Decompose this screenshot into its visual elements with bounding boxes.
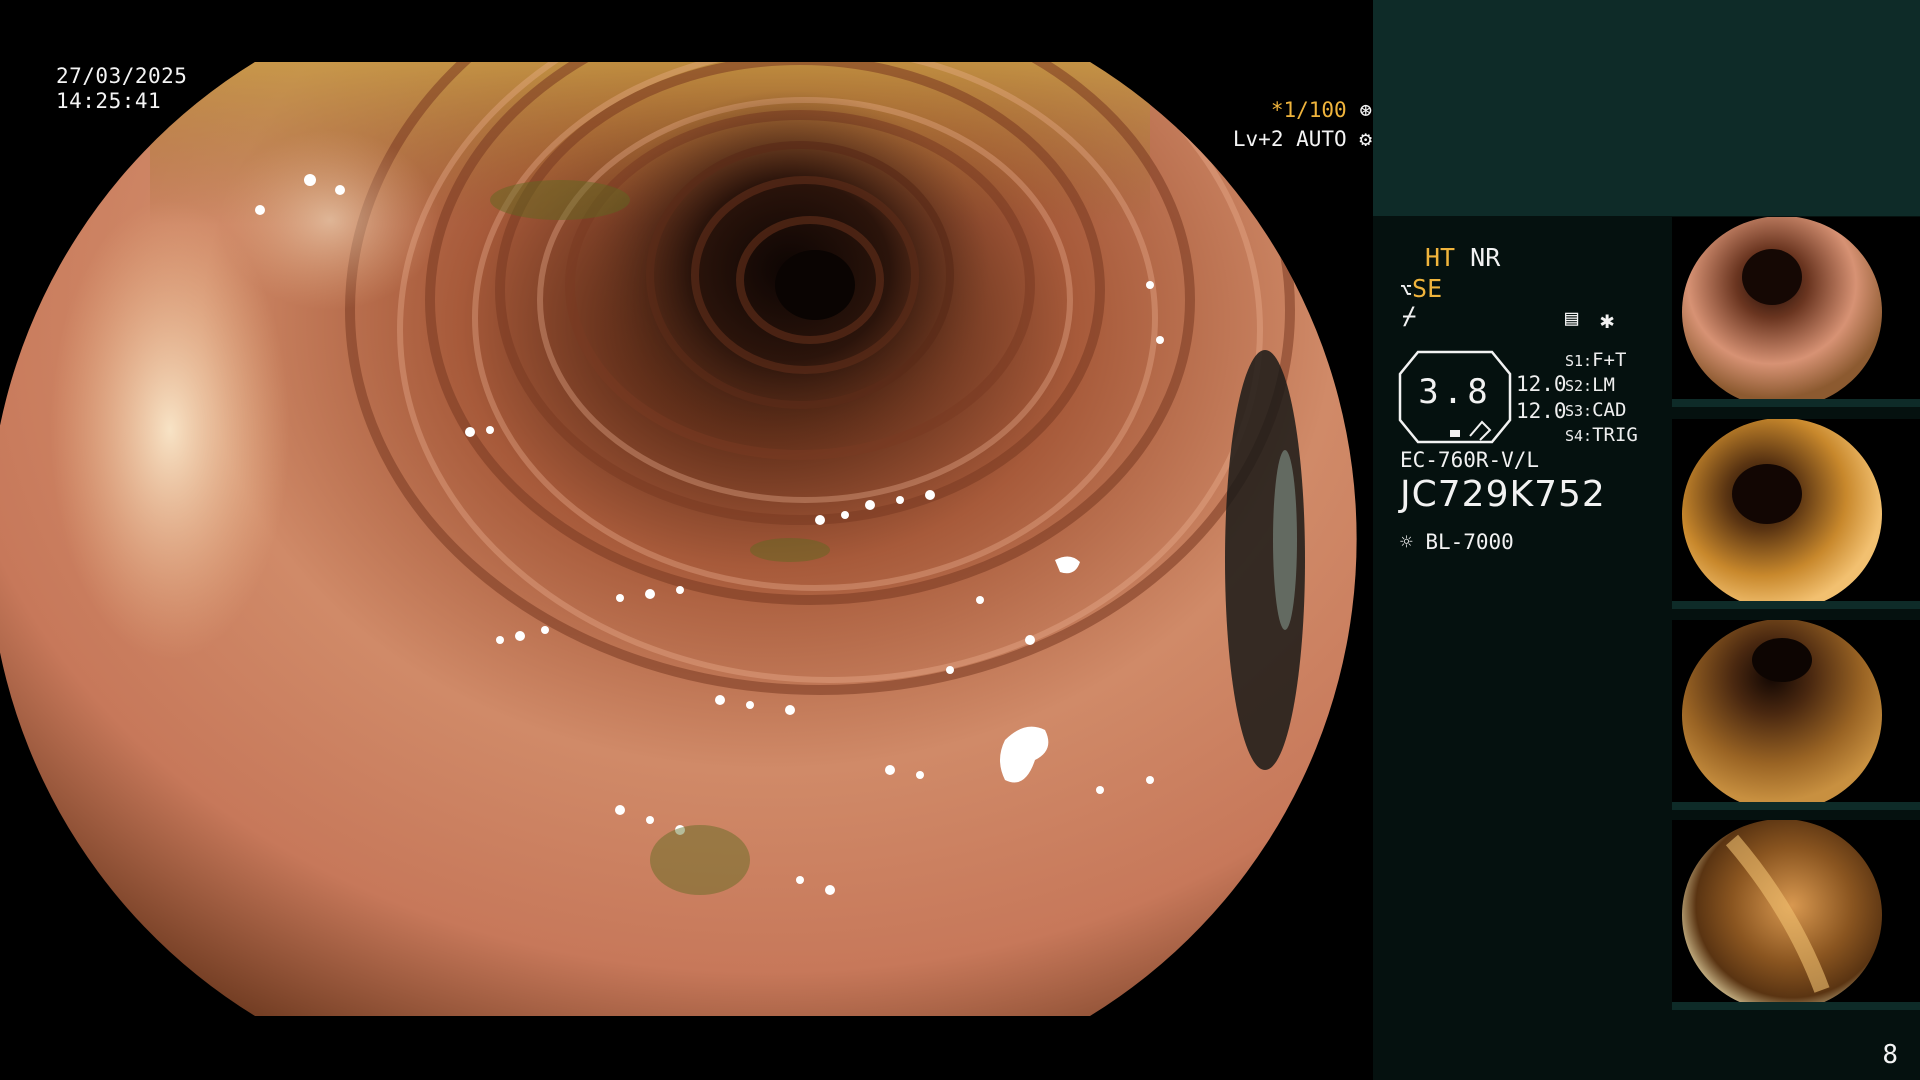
- thumbnail-4[interactable]: [1672, 820, 1920, 1010]
- value-2: 12.0: [1516, 399, 1567, 423]
- setting-s1: S1:F+T: [1565, 349, 1627, 371]
- nr-label: NR: [1470, 243, 1501, 272]
- ht-nr-row: HT NR: [1425, 243, 1500, 272]
- setting-s3: S3:CAD: [1565, 399, 1627, 421]
- main-endoscope-view: [0, 0, 1372, 1080]
- gear-icon: ⚙: [1359, 127, 1372, 151]
- scope-model: EC-760R-V/L: [1400, 448, 1540, 472]
- setting-s2: S2:LM: [1565, 374, 1615, 396]
- level-value: Lv+2 AUTO: [1232, 127, 1347, 151]
- star-icon: ✱: [1600, 306, 1615, 334]
- light-source-row: ☼ BL-7000: [1400, 530, 1514, 554]
- ht-label: HT: [1425, 243, 1456, 272]
- info-panel-header: [1373, 0, 1920, 216]
- flash-icon: ⌿: [1402, 302, 1417, 330]
- thumbnail-2[interactable]: [1672, 419, 1920, 609]
- thumbnail-1[interactable]: [1672, 217, 1920, 407]
- level-readout: Lv+2 AUTO ⚙: [1233, 127, 1372, 151]
- setting-s4: S4:TRIG: [1565, 424, 1638, 446]
- time-text: 14:25:41: [56, 89, 162, 113]
- shutter-value: *1/100: [1270, 98, 1347, 122]
- date-text: 27/03/2025: [56, 64, 188, 88]
- scope-icon: ⌥: [1400, 278, 1413, 302]
- light-source: BL-7000: [1425, 530, 1514, 554]
- se-label: SE: [1412, 274, 1443, 303]
- fan-icon: ⊛: [1359, 98, 1372, 122]
- shutter-readout: *1/100 ⊛: [1271, 98, 1372, 122]
- memo-icon: ▤: [1565, 306, 1579, 331]
- sun-icon: ☼: [1400, 530, 1413, 554]
- thumbnail-3[interactable]: [1672, 620, 1920, 810]
- colon-lumen-image: [0, 62, 1357, 1016]
- page-number: 8: [1882, 1040, 1898, 1070]
- se-row: ⌥SE: [1400, 274, 1442, 303]
- serial-number: JC729K752: [1400, 474, 1606, 515]
- gauge-value: 3.8: [1418, 372, 1492, 412]
- value-1: 12.0: [1516, 372, 1567, 396]
